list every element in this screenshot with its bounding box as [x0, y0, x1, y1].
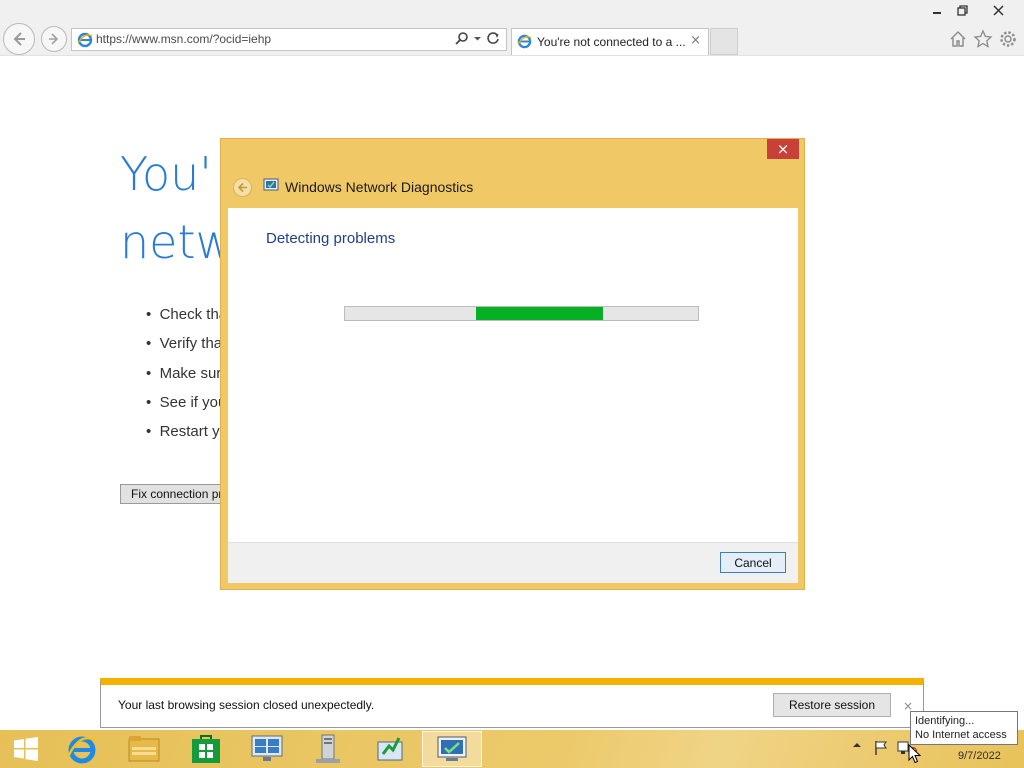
flag-icon — [875, 741, 887, 755]
address-text: https://www.msn.com/?ocid=iehp — [96, 32, 272, 46]
bullet-text: Check tha — [159, 306, 228, 323]
network-diagnostics-dialog: × Windows Network Diagnostics Detecting … — [220, 138, 805, 590]
home-icon[interactable] — [948, 29, 968, 49]
favorites-star-icon[interactable] — [973, 29, 993, 49]
restore-window-button[interactable] — [949, 1, 975, 19]
dialog-content: Detecting problems — [228, 208, 798, 542]
taskbar-network-setup[interactable] — [360, 731, 420, 767]
taskbar — [0, 730, 1024, 768]
browser-chrome: https://www.msn.com/?ocid=iehp You're no… — [0, 0, 1024, 56]
close-icon — [992, 4, 1004, 16]
progress-bar — [344, 306, 699, 321]
new-tab-button[interactable] — [710, 28, 738, 55]
bullet-text: Verify tha — [159, 335, 223, 352]
remote-desktop-icon — [251, 735, 283, 761]
restore-window-icon — [956, 4, 968, 16]
store-icon — [192, 735, 220, 763]
taskbar-store[interactable] — [176, 731, 236, 767]
start-button[interactable] — [0, 731, 52, 767]
server-manager-icon — [316, 734, 340, 763]
cancel-button[interactable]: Cancel — [720, 552, 786, 573]
bullet-item: • Verify tha — [146, 335, 223, 352]
dialog-title: Windows Network Diagnostics — [285, 179, 474, 195]
gear-icon[interactable] — [998, 29, 1018, 49]
mouse-cursor-icon — [908, 744, 922, 764]
network-diagnostics-icon — [437, 736, 467, 761]
tooltip-line1: Identifying... — [915, 715, 975, 727]
bullet-item: • Make sur — [146, 365, 222, 382]
dialog-footer: Cancel — [228, 542, 798, 583]
refresh-icon[interactable] — [486, 31, 500, 45]
status-heading: Detecting problems — [266, 230, 396, 247]
ie-tab-icon — [517, 34, 532, 49]
bullet-item: • Check tha — [146, 306, 228, 323]
chevron-up-icon — [853, 743, 861, 747]
fix-connection-button[interactable]: Fix connection pr — [120, 484, 230, 504]
taskbar-clock-date[interactable]: 9/7/2022 — [958, 750, 1001, 762]
taskbar-file-explorer[interactable] — [114, 731, 174, 767]
network-setup-icon — [377, 737, 403, 761]
session-notification-bar: Your last browsing session closed unexpe… — [100, 678, 924, 728]
back-button[interactable] — [3, 23, 35, 55]
page-title-line1: You' — [120, 147, 212, 201]
notification-message: Your last browsing session closed unexpe… — [118, 698, 375, 712]
bullet-text: Make sur — [159, 365, 222, 382]
taskbar-remote-desktop[interactable] — [237, 731, 297, 767]
search-icon[interactable] — [455, 31, 469, 45]
tab-current[interactable]: You're not connected to a ... × — [511, 28, 709, 55]
network-tooltip: Identifying... No Internet access — [910, 711, 1018, 745]
dialog-back-button[interactable] — [233, 178, 252, 197]
bullet-text: Restart yo — [159, 423, 228, 440]
progress-fill — [475, 307, 603, 320]
file-explorer-icon — [128, 736, 160, 762]
forward-button[interactable] — [41, 26, 67, 52]
taskbar-internet-explorer[interactable] — [52, 731, 112, 767]
bullet-item: • See if you — [146, 394, 227, 411]
back-arrow-icon — [237, 182, 247, 193]
page-title-line2: netw — [120, 215, 234, 269]
ie-page-icon — [77, 32, 93, 48]
dropdown-arrow-icon[interactable] — [473, 31, 482, 45]
network-diagnostics-icon — [263, 178, 279, 191]
bullet-text: See if you — [159, 394, 227, 411]
minimize-icon — [933, 12, 941, 14]
minimize-button[interactable] — [924, 1, 950, 19]
show-hidden-icons-button[interactable] — [852, 740, 862, 750]
restore-session-button[interactable]: Restore session — [773, 693, 891, 717]
tab-title: You're not connected to a ... — [537, 35, 686, 49]
back-arrow-icon — [13, 32, 25, 46]
start-icon — [14, 737, 38, 761]
address-bar[interactable]: https://www.msn.com/?ocid=iehp — [71, 28, 507, 51]
forward-arrow-icon — [49, 33, 59, 45]
internet-explorer-icon — [66, 736, 97, 764]
action-center-button[interactable] — [873, 740, 889, 756]
close-window-button[interactable] — [985, 1, 1011, 19]
tab-close-button[interactable]: × — [690, 33, 701, 48]
taskbar-server-manager[interactable] — [298, 731, 358, 767]
dialog-close-button[interactable]: × — [767, 139, 799, 159]
bullet-item: • Restart yo — [146, 423, 228, 440]
taskbar-network-diagnostics[interactable] — [422, 731, 482, 767]
tooltip-line2: No Internet access — [915, 729, 1007, 741]
